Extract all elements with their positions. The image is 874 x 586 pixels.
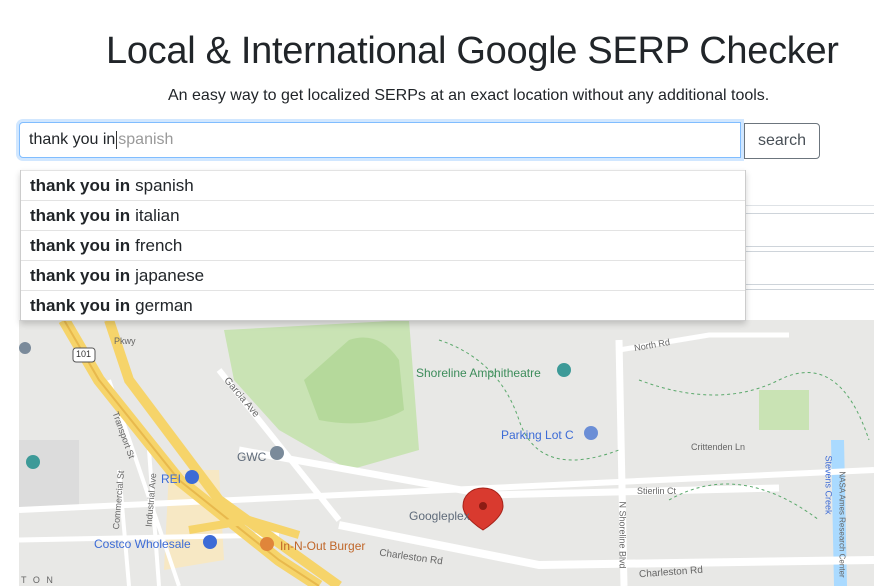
pkwy-label: Pkwy [114, 336, 136, 346]
nasa-label: NASA Ames Research Center [837, 471, 847, 578]
suggestion-item[interactable]: thank you in japanese [21, 260, 745, 290]
poi-dot-left [19, 342, 31, 354]
park-area-2 [759, 390, 809, 430]
costco-label[interactable]: Costco Wholesale [94, 537, 191, 551]
suggestion-item[interactable]: thank you in spanish [21, 170, 745, 200]
suggestion-prefix: thank you in [30, 175, 131, 195]
suggestion-completion: french [135, 235, 183, 255]
suggestion-completion: german [135, 295, 193, 315]
poi-dot-parking [584, 426, 598, 440]
googleplex-label[interactable]: Googleplex [409, 509, 470, 523]
page-title: Local & International Google SERP Checke… [106, 30, 839, 72]
suggestion-prefix: thank you in [30, 205, 131, 225]
suggestion-item[interactable]: thank you in italian [21, 200, 745, 230]
crittenden-ln-label: Crittenden Ln [691, 442, 746, 452]
hwy-101-label: 101 [76, 349, 92, 359]
stierlin-ct-label: Stierlin Ct [637, 486, 677, 496]
search-autocomplete-hint: spanish [118, 131, 174, 148]
innout-label[interactable]: In-N-Out Burger [280, 539, 365, 553]
rei-label[interactable]: REI [161, 472, 181, 486]
suggestion-item[interactable]: thank you in german [21, 290, 745, 320]
suggestion-completion: japanese [135, 265, 205, 285]
ton-label: T O N [21, 575, 55, 585]
suggestion-prefix: thank you in [30, 235, 131, 255]
location-map[interactable]: 101 Pkwy Shoreline Amphitheatre Parking … [19, 320, 874, 586]
shoreline-amphitheatre-label[interactable]: Shoreline Amphitheatre [416, 366, 541, 380]
parking-lot-label[interactable]: Parking Lot C [501, 428, 574, 442]
suggestion-item[interactable]: thank you in french [21, 230, 745, 260]
divider [744, 205, 874, 206]
search-input[interactable]: thank you in spanish [19, 122, 741, 158]
autocomplete-dropdown: thank you in spanish thank you in italian … [20, 170, 746, 321]
gwc-label[interactable]: GWC [237, 450, 266, 464]
suggestion-prefix: thank you in [30, 295, 131, 315]
block-area [19, 440, 79, 510]
page-subtitle: An easy way to get localized SERPs at an… [168, 87, 770, 104]
suggestion-completion: spanish [135, 175, 194, 195]
poi-dot-costco [203, 535, 217, 549]
poi-dot-amphitheatre [557, 363, 571, 377]
poi-dot-innout [260, 537, 274, 551]
n-shoreline-blvd-label: N Shoreline Blvd [617, 501, 628, 569]
poi-dot-park [26, 455, 40, 469]
poi-dot-rei [185, 470, 199, 484]
search-button[interactable]: search [744, 123, 820, 159]
search-typed-text: thank you in [29, 131, 116, 148]
text-caret [116, 131, 118, 149]
suggestion-completion: italian [135, 205, 180, 225]
suggestion-prefix: thank you in [30, 265, 131, 285]
stevens-creek-label: Stevens Creek [823, 455, 834, 515]
poi-dot-gwc [270, 446, 284, 460]
